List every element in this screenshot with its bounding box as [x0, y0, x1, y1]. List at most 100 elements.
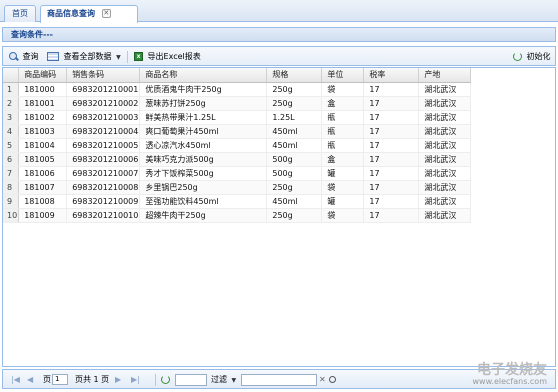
cell-unit: 盒: [321, 152, 365, 167]
cell-barcode: 6983201210008: [66, 180, 141, 195]
cell-name: 超辣牛肉干250g: [139, 208, 268, 223]
cell-spec: 250g: [266, 96, 323, 111]
cell-rownum: 6: [3, 152, 20, 167]
cell-origin: 湖北武汉: [418, 180, 472, 195]
column-header-code[interactable]: 商品编码: [18, 68, 68, 83]
export-excel-button-label: 导出Excel报表: [147, 52, 201, 61]
view-all-button[interactable]: 查看全部数据 ▼: [47, 50, 121, 64]
column-header-tax[interactable]: 税率: [363, 68, 420, 83]
tab-product-query[interactable]: 商品信息查询 ✕: [40, 5, 138, 23]
page-number-input[interactable]: 1: [52, 374, 68, 385]
column-header-unit[interactable]: 单位: [321, 68, 365, 83]
cell-unit: 袋: [321, 180, 365, 195]
column-header-rownum: [3, 68, 20, 83]
filter-input[interactable]: [241, 373, 317, 386]
cell-barcode: 6983201210009: [66, 194, 141, 209]
cell-rownum: 1: [3, 82, 20, 97]
search-icon: [9, 52, 18, 61]
table-row[interactable]: 4 181003 6983201210004 爽口葡萄果汁450ml 450ml 瓶 17 湖…: [3, 124, 472, 139]
cell-spec: 250g: [266, 208, 323, 223]
cell-unit: 罐: [321, 166, 365, 181]
cell-name: 至强功能饮料450ml: [139, 194, 268, 209]
tab-home[interactable]: 首页: [4, 5, 36, 22]
table-row[interactable]: 1 181000 6983201210001 优质酒鬼牛肉干250g 250g 袋 17 湖北…: [3, 82, 472, 97]
cell-tax: 17: [363, 152, 420, 167]
cell-spec: 450ml: [266, 194, 323, 209]
excel-icon: x: [134, 52, 143, 61]
toolbar-separator: [127, 51, 128, 63]
cell-unit: 瓶: [321, 124, 365, 139]
table-row[interactable]: 10 181009 6983201210010 超辣牛肉干250g 250g 袋 17 湖北武…: [3, 208, 472, 223]
table-header-row: 商品编码 销售条码 商品名称 规格 单位 税率 产地: [3, 68, 472, 83]
table-row[interactable]: 8 181007 6983201210008 乡里锅巴250g 250g 袋 17 湖北武汉: [3, 180, 472, 195]
cell-spec: 250g: [266, 82, 323, 97]
cell-name: 爽口葡萄果汁450ml: [139, 124, 268, 139]
clear-filter-icon[interactable]: ✕: [319, 373, 326, 387]
column-header-name[interactable]: 商品名称: [139, 68, 268, 83]
toolbar: 查询 查看全部数据 ▼ x 导出Excel报表 初始化: [2, 46, 556, 66]
cell-origin: 湖北武汉: [418, 194, 472, 209]
table-row[interactable]: 6 181005 6983201210006 美味巧克力派500g 500g 盒 17 湖北武…: [3, 152, 472, 167]
cell-barcode: 6983201210006: [66, 152, 141, 167]
export-excel-button[interactable]: x 导出Excel报表: [134, 50, 201, 64]
table-row[interactable]: 3 181002 6983201210003 鲜美热带果汁1.25L 1.25L 瓶 17 湖…: [3, 110, 472, 125]
cell-rownum: 5: [3, 138, 20, 153]
cell-origin: 湖北武汉: [418, 82, 472, 97]
column-header-spec[interactable]: 规格: [266, 68, 323, 83]
column-header-origin[interactable]: 产地: [418, 68, 472, 83]
cell-code: 181007: [18, 180, 68, 195]
cell-rownum: 2: [3, 96, 20, 111]
table-row[interactable]: 7 181006 6983201210007 秀才下饭榨菜500g 500g 罐 17 湖北武…: [3, 166, 472, 181]
close-icon[interactable]: ✕: [101, 9, 111, 18]
cell-rownum: 4: [3, 124, 20, 139]
cell-tax: 17: [363, 166, 420, 181]
page-label: 页: [43, 375, 51, 384]
query-button[interactable]: 查询: [9, 50, 39, 64]
cell-unit: 瓶: [321, 110, 365, 125]
cell-code: 181008: [18, 194, 68, 209]
chevron-down-icon: ▼: [231, 377, 237, 384]
first-page-icon[interactable]: |◀: [11, 373, 20, 387]
cell-barcode: 6983201210004: [66, 124, 141, 139]
table-row[interactable]: 9 181008 6983201210009 至强功能饮料450ml 450ml 罐 17 湖…: [3, 194, 472, 209]
cell-barcode: 6983201210003: [66, 110, 141, 125]
chevron-down-icon: ▼: [116, 54, 121, 61]
cell-spec: 250g: [266, 180, 323, 195]
cell-tax: 17: [363, 208, 420, 223]
next-page-icon[interactable]: ▶: [115, 373, 121, 387]
cell-tax: 17: [363, 82, 420, 97]
refresh-icon: [513, 52, 522, 61]
pager-separator: [155, 374, 156, 386]
prev-page-icon[interactable]: ◀: [27, 373, 33, 387]
cell-name: 美味巧克力派500g: [139, 152, 268, 167]
cell-code: 181003: [18, 124, 68, 139]
cell-origin: 湖北武汉: [418, 138, 472, 153]
cell-origin: 湖北武汉: [418, 208, 472, 223]
cell-tax: 17: [363, 180, 420, 195]
table-row[interactable]: 5 181004 6983201210005 透心凉汽水450ml 450ml 瓶 17 湖北…: [3, 138, 472, 153]
query-panel-title: 查询条件---: [11, 30, 53, 39]
cell-code: 181006: [18, 166, 68, 181]
cell-name: 透心凉汽水450ml: [139, 138, 268, 153]
column-header-barcode[interactable]: 销售条码: [66, 68, 141, 83]
last-page-icon[interactable]: ▶|: [131, 373, 140, 387]
cell-barcode: 6983201210002: [66, 96, 141, 111]
reset-button[interactable]: 初始化: [513, 50, 551, 64]
cell-code: 181000: [18, 82, 68, 97]
table-row[interactable]: 2 181001 6983201210002 葱味苏打饼250g 250g 盒 17 湖北武汉: [3, 96, 472, 111]
filter-label: 过滤: [211, 375, 227, 384]
refresh-page-button[interactable]: [161, 373, 172, 387]
cell-barcode: 6983201210010: [66, 208, 141, 223]
filter-dropdown[interactable]: 过滤 ▼: [211, 373, 236, 387]
tab-product-query-label: 商品信息查询: [47, 9, 95, 18]
query-panel-header[interactable]: 查询条件---: [2, 27, 556, 42]
cell-spec: 500g: [266, 152, 323, 167]
cell-code: 181009: [18, 208, 68, 223]
cell-unit: 袋: [321, 208, 365, 223]
cell-origin: 湖北武汉: [418, 110, 472, 125]
watermark-title: 电子发烧友: [477, 362, 547, 378]
pager-text-field[interactable]: [175, 373, 207, 386]
app-frame: 首页 商品信息查询 ✕ 查询条件--- 查询 查看全部数据 ▼ x 导出Exce…: [0, 0, 558, 392]
search-icon[interactable]: [329, 376, 336, 383]
cell-unit: 罐: [321, 194, 365, 209]
